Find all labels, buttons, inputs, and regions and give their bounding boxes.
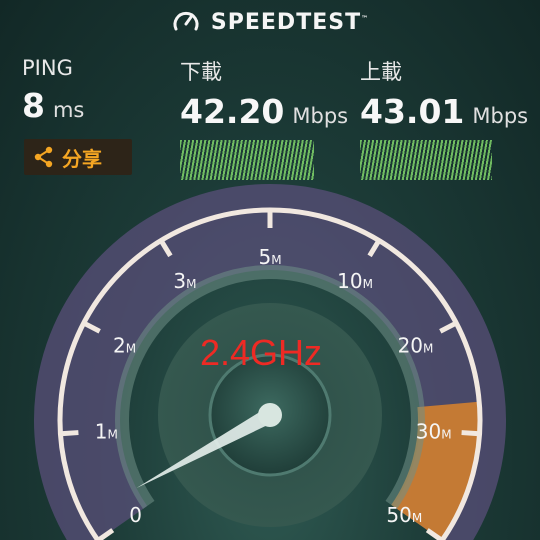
gauge-needle-cap [258,403,282,427]
gauge-tick [62,430,79,437]
band-annotation: 2.4GHz [200,332,323,373]
speed-gauge: 01M2M3M5M10M20M30M50M [34,184,506,540]
gauge-tick [461,430,478,437]
gauge-tick-label: 0 [129,503,142,527]
